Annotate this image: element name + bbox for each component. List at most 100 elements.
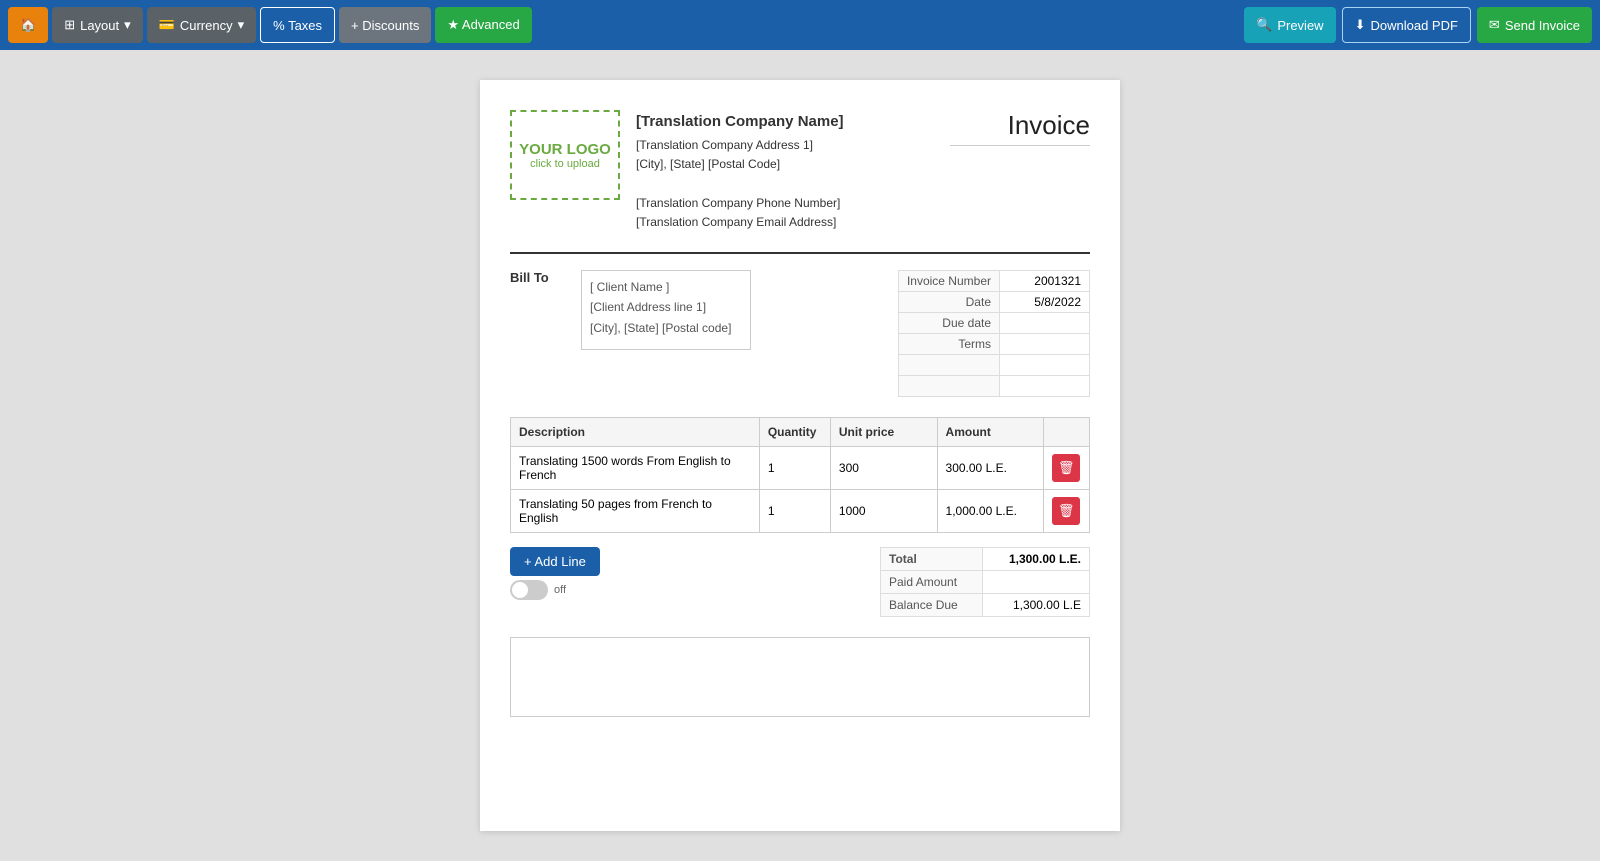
company-name: [Translation Company Name] (636, 110, 844, 134)
logo-section: YOUR LOGO click to upload [Translation C… (510, 110, 844, 232)
company-phone: [Translation Company Phone Number] (636, 194, 844, 213)
totals-section: + Add Line off Total 1,300.00 L.E. (510, 547, 1090, 617)
total-label: Total (881, 547, 983, 570)
extra-row1 (898, 354, 1089, 375)
taxes-button[interactable]: % Taxes (260, 7, 335, 43)
row-quantity[interactable]: 1 (759, 489, 830, 532)
add-line-button[interactable]: + Add Line (510, 547, 600, 576)
extra-row2 (898, 375, 1089, 396)
page-container: YOUR LOGO click to upload [Translation C… (0, 50, 1600, 861)
totals-table: Total 1,300.00 L.E. Paid Amount Balance … (880, 547, 1090, 617)
col-header-unit-price: Unit price (830, 417, 937, 446)
row-amount: 300.00 L.E. (937, 446, 1044, 489)
items-header-row: Description Quantity Unit price Amount (511, 417, 1090, 446)
balance-row: Balance Due 1,300.00 L.E (881, 593, 1090, 616)
balance-value: 1,300.00 L.E (982, 593, 1089, 616)
client-name: [ Client Name ] (590, 277, 742, 297)
invoice-number-label: Invoice Number (898, 270, 999, 291)
download-icon: ⬇ (1355, 17, 1366, 33)
items-table: Description Quantity Unit price Amount T… (510, 417, 1090, 533)
bill-to-left: Bill To [ Client Name ] [Client Address … (510, 270, 751, 397)
logo-sub: click to upload (530, 158, 600, 170)
add-icon: + Add Line (524, 554, 586, 569)
notes-area[interactable] (510, 637, 1090, 717)
advanced-button[interactable]: ★ Advanced (435, 7, 531, 43)
invoice-title-section: Invoice (950, 110, 1090, 146)
logo-upload-box[interactable]: YOUR LOGO click to upload (510, 110, 620, 200)
row-action: 🗑 (1044, 446, 1090, 489)
client-address: [Client Address line 1] (590, 297, 742, 317)
extra-label2 (898, 375, 999, 396)
col-header-amount: Amount (937, 417, 1044, 446)
extra-value2 (1000, 375, 1090, 396)
send-invoice-button[interactable]: ✉ Send Invoice (1477, 7, 1592, 43)
terms-row: Terms (898, 333, 1089, 354)
home-icon: 🏠 (20, 17, 36, 33)
row-amount: 1,000.00 L.E. (937, 489, 1044, 532)
layout-icon: ⊞ (64, 17, 75, 33)
add-line-area: + Add Line off (510, 547, 600, 600)
due-date-label: Due date (898, 312, 999, 333)
company-city: [City], [State] [Postal Code] (636, 155, 844, 174)
company-address1: [Translation Company Address 1] (636, 136, 844, 155)
toolbar-right-actions: 🔍 Preview ⬇ Download PDF ✉ Send Invoice (1244, 7, 1592, 43)
extra-label1 (898, 354, 999, 375)
table-row: Translating 50 pages from French to Engl… (511, 489, 1090, 532)
invoice-details-table: Invoice Number 2001321 Date 5/8/2022 Due… (898, 270, 1090, 397)
currency-icon: 💳 (159, 17, 175, 33)
delete-row-button[interactable]: 🗑 (1052, 497, 1080, 525)
col-header-quantity: Quantity (759, 417, 830, 446)
download-pdf-button[interactable]: ⬇ Download PDF (1342, 7, 1471, 43)
toggle-section: off (510, 580, 600, 600)
toggle-slider (510, 580, 548, 600)
currency-button[interactable]: 💳 Currency ▾ (147, 7, 256, 43)
total-row: Total 1,300.00 L.E. (881, 547, 1090, 570)
company-info: [Translation Company Name] [Translation … (636, 110, 844, 232)
invoice-card: YOUR LOGO click to upload [Translation C… (480, 80, 1120, 831)
bill-to-label: Bill To (510, 270, 565, 285)
paid-row: Paid Amount (881, 570, 1090, 593)
layout-button[interactable]: ⊞ Layout ▾ (52, 7, 142, 43)
col-header-action (1044, 417, 1090, 446)
layout-chevron-icon: ▾ (124, 17, 131, 33)
date-row: Date 5/8/2022 (898, 291, 1089, 312)
billing-section: Bill To [ Client Name ] [Client Address … (510, 270, 1090, 397)
client-city: [City], [State] [Postal code] (590, 318, 742, 338)
send-icon: ✉ (1489, 17, 1500, 33)
currency-chevron-icon: ▾ (238, 17, 245, 33)
toolbar: 🏠 ⊞ Layout ▾ 💳 Currency ▾ % Taxes + Disc… (0, 0, 1600, 50)
total-value: 1,300.00 L.E. (982, 547, 1089, 570)
date-label: Date (898, 291, 999, 312)
row-action: 🗑 (1044, 489, 1090, 532)
logo-text: YOUR LOGO (519, 141, 611, 158)
invoice-number-row: Invoice Number 2001321 (898, 270, 1089, 291)
preview-icon: 🔍 (1256, 17, 1272, 33)
home-button[interactable]: 🏠 (8, 7, 48, 43)
due-date-value (1000, 312, 1090, 333)
paid-label: Paid Amount (881, 570, 983, 593)
discounts-button[interactable]: + Discounts (339, 7, 431, 43)
row-description[interactable]: Translating 1500 words From English to F… (511, 446, 760, 489)
delete-row-button[interactable]: 🗑 (1052, 454, 1080, 482)
row-unit-price[interactable]: 1000 (830, 489, 937, 532)
date-value: 5/8/2022 (1000, 291, 1090, 312)
row-quantity[interactable]: 1 (759, 446, 830, 489)
row-unit-price[interactable]: 300 (830, 446, 937, 489)
due-date-row: Due date (898, 312, 1089, 333)
discount-toggle[interactable] (510, 580, 548, 600)
invoice-header: YOUR LOGO click to upload [Translation C… (510, 110, 1090, 232)
balance-label: Balance Due (881, 593, 983, 616)
header-divider (510, 252, 1090, 254)
invoice-number-value: 2001321 (1000, 270, 1090, 291)
paid-value (982, 570, 1089, 593)
invoice-title: Invoice (950, 110, 1090, 146)
company-email: [Translation Company Email Address] (636, 213, 844, 232)
terms-label: Terms (898, 333, 999, 354)
preview-button[interactable]: 🔍 Preview (1244, 7, 1335, 43)
col-header-description: Description (511, 417, 760, 446)
row-description[interactable]: Translating 50 pages from French to Engl… (511, 489, 760, 532)
table-row: Translating 1500 words From English to F… (511, 446, 1090, 489)
terms-value (1000, 333, 1090, 354)
extra-value1 (1000, 354, 1090, 375)
bill-to-box[interactable]: [ Client Name ] [Client Address line 1] … (581, 270, 751, 350)
